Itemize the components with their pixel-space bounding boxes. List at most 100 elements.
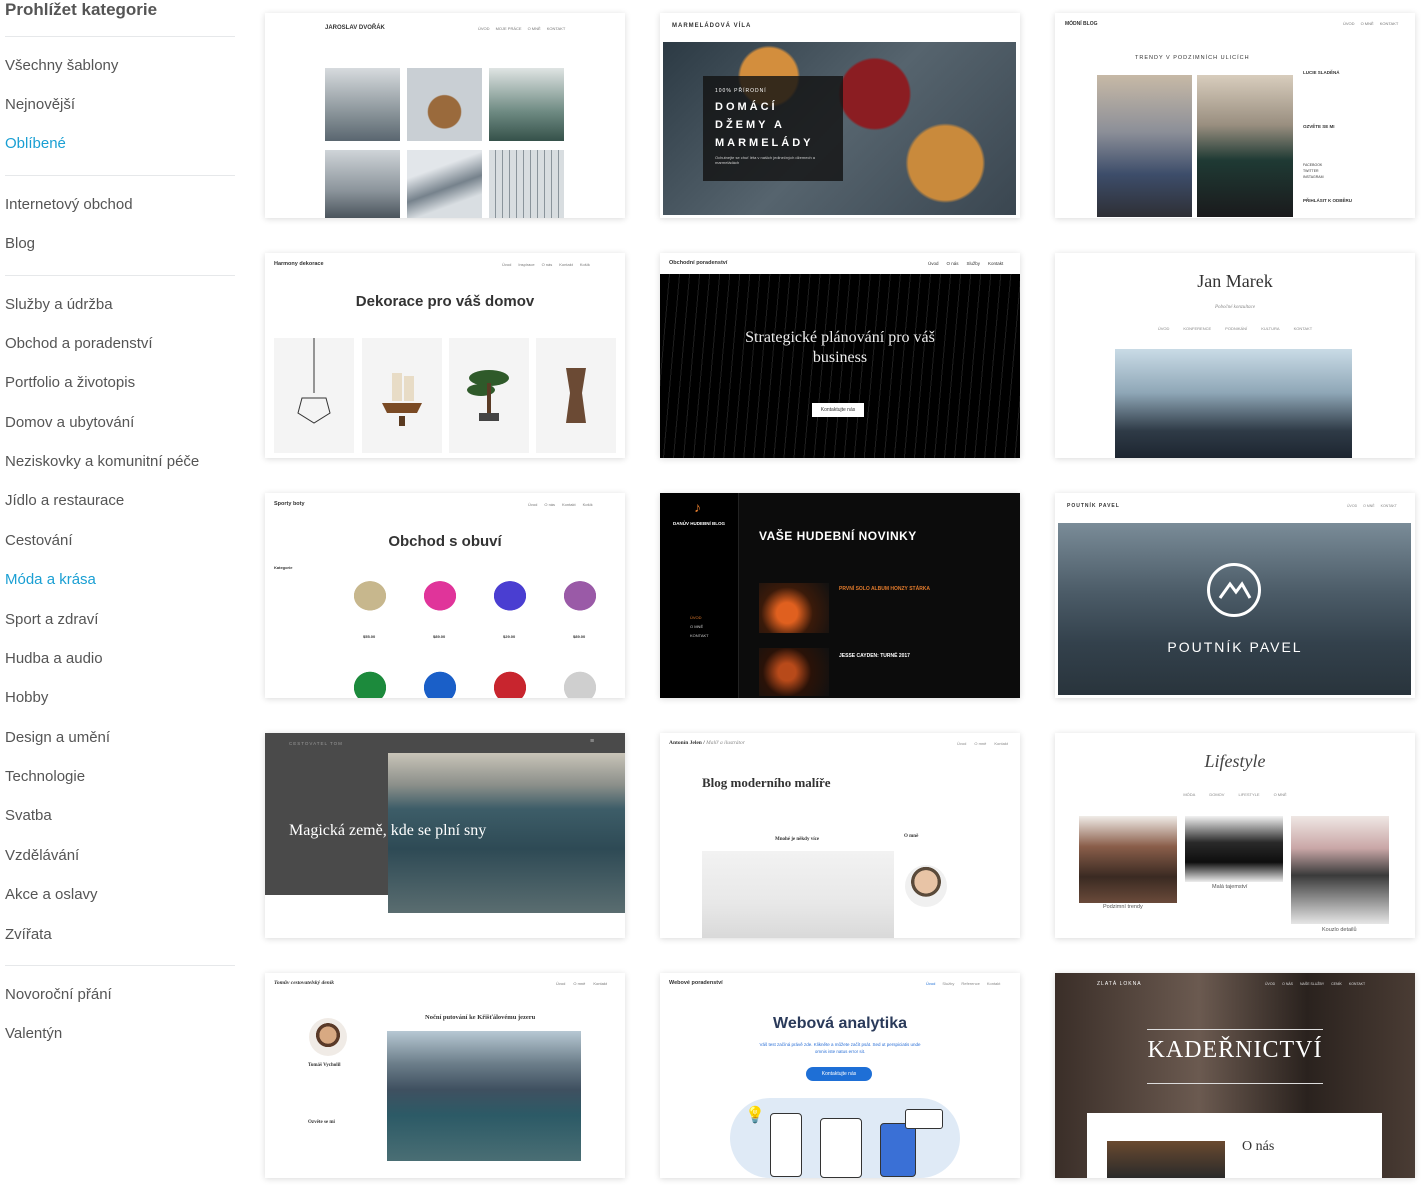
sidebar-item-all[interactable]: Všechny šablony: [5, 57, 118, 74]
nav-item: O nás: [541, 262, 553, 267]
template-brand: Sporty boty: [274, 501, 305, 507]
template-brand: MARMELÁDOVÁ VÍLA: [672, 23, 752, 29]
post-photo: [759, 648, 829, 696]
template-card-portfolio[interactable]: JAROSLAV DVOŘÁK ÚVOD MOJE PRÁCE O MNĚ KONTA…: [265, 13, 625, 218]
sidebar-item-sport[interactable]: Sport a zdraví: [5, 611, 98, 628]
template-card-music-blog[interactable]: ♪ DANŮV HUDEBNÍ BLOG ÚVOD O MNĚ KONTAKT VA…: [660, 493, 1020, 698]
sidebar-item-eshop[interactable]: Internetový obchod: [5, 196, 133, 213]
nav-item: KONTAKT: [546, 26, 566, 31]
shoe-image: [345, 663, 395, 698]
template-card-decor[interactable]: Harmony dekorace Úvod Inspirace O nás Konta…: [265, 253, 625, 458]
template-card-consulting[interactable]: Obchodní poradenství Úvod O nás Služby Kont…: [660, 253, 1020, 458]
template-card-hairdresser[interactable]: ZLATÁ LOKNA ÚVOD O NÁS NAŠE SLUŽBY CENÍK KON…: [1055, 973, 1415, 1178]
sidebar-item-travel[interactable]: Cestování: [5, 532, 73, 549]
sidebar-title: Prohlížet kategorie: [5, 0, 158, 19]
hero-subtitle: Ochutnejte se chuť léta v našich jedineč…: [715, 155, 816, 165]
sidebar-item-design[interactable]: Design a umění: [5, 729, 110, 746]
template-card-web-analytics[interactable]: Webové poradenství Úvod Služby Reference Ko…: [660, 973, 1020, 1178]
sidebar-item-nonprofit[interactable]: Neziskovky a komunitní péče: [5, 453, 199, 470]
hero-subtitle: Váš test začíná právě zde. Klikněte a mů…: [759, 1042, 921, 1054]
hero-photo: [1115, 349, 1352, 458]
template-card-painter-blog[interactable]: Antonín Jelen / Malíř a ilustrátor Úvod O…: [660, 733, 1020, 938]
subscribe-title: PŘIHLÁSIT K ODBĚRU: [1303, 198, 1353, 203]
post-caption: Podzimní trendy: [1103, 904, 1143, 910]
sidebar-item-food[interactable]: Jídlo a restaurace: [5, 492, 124, 509]
sidebar-item-popular[interactable]: Oblíbené: [5, 135, 66, 152]
sidebar-item-hobby[interactable]: Hobby: [5, 689, 48, 706]
template-card-speaker[interactable]: Jan Marek Pobočné konzultace ÚVOD KONFERE…: [1055, 253, 1415, 458]
template-brand: Jan Marek: [1197, 271, 1273, 291]
post-photo: [702, 851, 894, 938]
sidebar-item-portfolio[interactable]: Portfolio a životopis: [5, 374, 135, 391]
post-title: PRVNÍ SOLO ALBUM HONZY STÁRKA: [839, 586, 931, 592]
sidebar-item-services[interactable]: Služby a údržba: [5, 296, 113, 313]
sidebar-divider: [5, 965, 235, 966]
sidebar-item-animals[interactable]: Zvířata: [5, 926, 52, 943]
avatar: [905, 865, 947, 907]
sidebar-item-fashion[interactable]: Móda a krása: [5, 571, 96, 588]
social-links: FACEBOOK TWITTER INSTAGRAM: [1303, 162, 1324, 180]
gallery-photo: [489, 150, 564, 218]
sidebar-item-valentine[interactable]: Valentýn: [5, 1025, 62, 1042]
nav-item: CENÍK: [1331, 982, 1342, 986]
template-card-shoes[interactable]: Sporty boty Úvod O nás Kontakt Košík Obchod…: [265, 493, 625, 698]
nav-item: KONTAKT: [1348, 982, 1366, 986]
post-photo: [1185, 816, 1283, 882]
brand-tagline: Malíř a ilustrátor: [706, 740, 745, 746]
sidebar-item-newyear[interactable]: Novoroční přání: [5, 986, 112, 1003]
nav-item: Úvod: [556, 981, 566, 986]
post-headline: TRENDY V PODZIMNÍCH ULICÍCH: [1135, 55, 1250, 61]
nav-item: ÚVOD: [478, 26, 490, 31]
template-card-fashion-blog[interactable]: MÓDNÍ BLOG ÚVOD O MNĚ KONTAKT TRENDY V POD…: [1055, 13, 1415, 218]
sidebar-item-wedding[interactable]: Svatba: [5, 807, 52, 824]
person-illustration: [770, 1113, 802, 1177]
nav-item: Košík: [579, 262, 590, 267]
template-brand: MÓDNÍ BLOG: [1065, 21, 1098, 27]
template-nav: Úvod O mně Kontakt: [556, 981, 607, 986]
sidebar-item-technology[interactable]: Technologie: [5, 768, 85, 785]
nav-item: Kontakt: [994, 741, 1008, 746]
hero-headline: Magická země, kde se plní sny: [289, 822, 487, 839]
sidebar-item-education[interactable]: Vzdělávání: [5, 847, 79, 864]
template-card-traveler[interactable]: POUTNÍK PAVEL ÚVOD O MNĚ KONTAKT POUTNÍK P…: [1055, 493, 1415, 698]
about-title: O mně: [904, 834, 919, 839]
template-nav: Úvod O mně Kontakt: [957, 741, 1008, 746]
nav-item: O mně: [573, 981, 586, 986]
sidebar-item-music[interactable]: Hudba a audio: [5, 650, 103, 667]
post-photo: [387, 1031, 581, 1161]
template-card-jam[interactable]: MARMELÁDOVÁ VÍLA 100% PŘÍRODNÍ DOMÁCÍ DŽ…: [660, 13, 1020, 218]
sidebar-item-home[interactable]: Domov a ubytování: [5, 414, 134, 431]
nav-item: Kontakt: [986, 981, 1001, 986]
template-card-travel-blog[interactable]: CESTOVATEL TOM ≡ Magická země, kde se pl…: [265, 733, 625, 938]
person-illustration: [820, 1118, 862, 1178]
sidebar-item-business[interactable]: Obchod a poradenství: [5, 335, 153, 352]
template-nav: ÚVOD O NÁS NAŠE SLUŽBY CENÍK KONTAKT: [1265, 982, 1365, 986]
product-tile: [274, 338, 354, 453]
hero-headline: VAŠE HUDEBNÍ NOVINKY: [759, 529, 917, 543]
template-card-travel-diary[interactable]: Tomův cestovatelský deník Úvod O mně Konta…: [265, 973, 625, 1178]
contact-button[interactable]: Kontaktujte nás: [806, 1067, 872, 1081]
template-card-lifestyle[interactable]: Lifestyle MÓDA DOMOV LIFESTYLE O MNĚ Podzim…: [1055, 733, 1415, 938]
nav-item: Košík: [582, 502, 593, 507]
gallery-photo: [325, 150, 400, 218]
template-brand: JAROSLAV DVOŘÁK: [325, 25, 385, 31]
sidebar-divider: [5, 175, 235, 176]
nav-item: O NÁS: [1282, 982, 1294, 986]
hero-headline: POUTNÍK PAVEL: [1167, 639, 1303, 655]
template-brand: Webové poradenství: [669, 980, 723, 986]
nav-item: ÚVOD: [1343, 21, 1355, 26]
brand-name: Antonín Jelen: [669, 740, 702, 746]
avatar: [309, 1018, 347, 1056]
sidebar-item-blog[interactable]: Blog: [5, 235, 35, 252]
nav-item: ÚVOD: [1157, 326, 1170, 331]
product-tile: [362, 338, 442, 453]
nav-item: Inspirace: [518, 262, 535, 267]
hero-headline: Blog moderního malíře: [702, 775, 831, 790]
nav-item: Úvod: [528, 502, 538, 507]
hero-headline: Strategické plánování pro váš business: [745, 329, 935, 366]
template-nav: Úvod Služby Reference Kontakt: [926, 981, 1000, 986]
sidebar-item-newest[interactable]: Nejnovější: [5, 96, 75, 113]
sidebar-item-events[interactable]: Akce a oslavy: [5, 886, 98, 903]
contact-button[interactable]: Kontaktujte nás: [812, 403, 864, 417]
menu-icon[interactable]: ≡: [590, 738, 594, 745]
